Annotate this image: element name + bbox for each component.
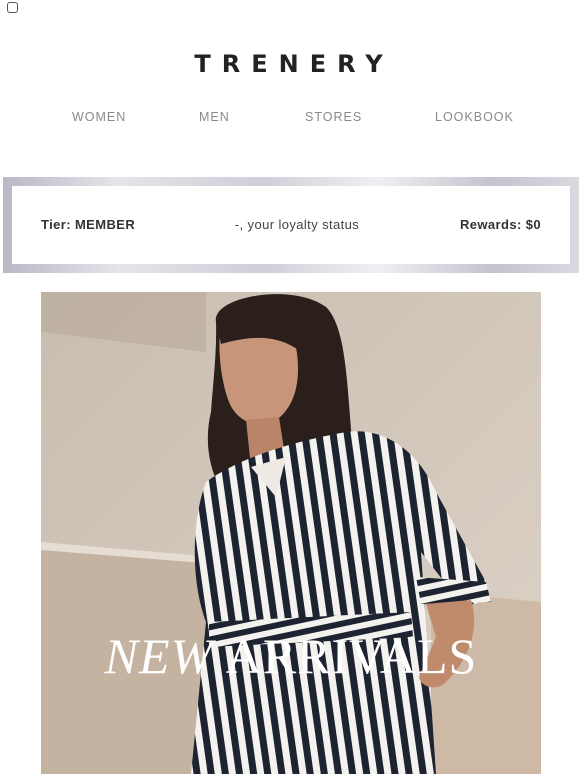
- hero-image: [41, 292, 541, 774]
- hero-title-word-new: NEW: [104, 628, 214, 684]
- hero-banner[interactable]: NEW ARRIVALS: [41, 292, 541, 774]
- main-nav: WOMEN MEN STORES LOOKBOOK: [0, 110, 580, 128]
- brand-logo[interactable]: TRENERY: [0, 50, 580, 78]
- loyalty-rewards: Rewards: $0: [460, 217, 541, 232]
- loyalty-banner: Tier: MEMBER -, your loyalty status Rewa…: [3, 177, 579, 273]
- hero-title-word-arrivals: ARRIVALS: [225, 628, 478, 684]
- nav-item-stores[interactable]: STORES: [305, 110, 362, 124]
- hero-title: NEW ARRIVALS: [41, 626, 541, 686]
- nav-item-men[interactable]: MEN: [199, 110, 230, 124]
- nav-item-lookbook[interactable]: LOOKBOOK: [435, 110, 514, 124]
- select-checkbox[interactable]: [7, 2, 18, 13]
- nav-item-women[interactable]: WOMEN: [72, 110, 126, 124]
- loyalty-panel: Tier: MEMBER -, your loyalty status Rewa…: [12, 186, 570, 264]
